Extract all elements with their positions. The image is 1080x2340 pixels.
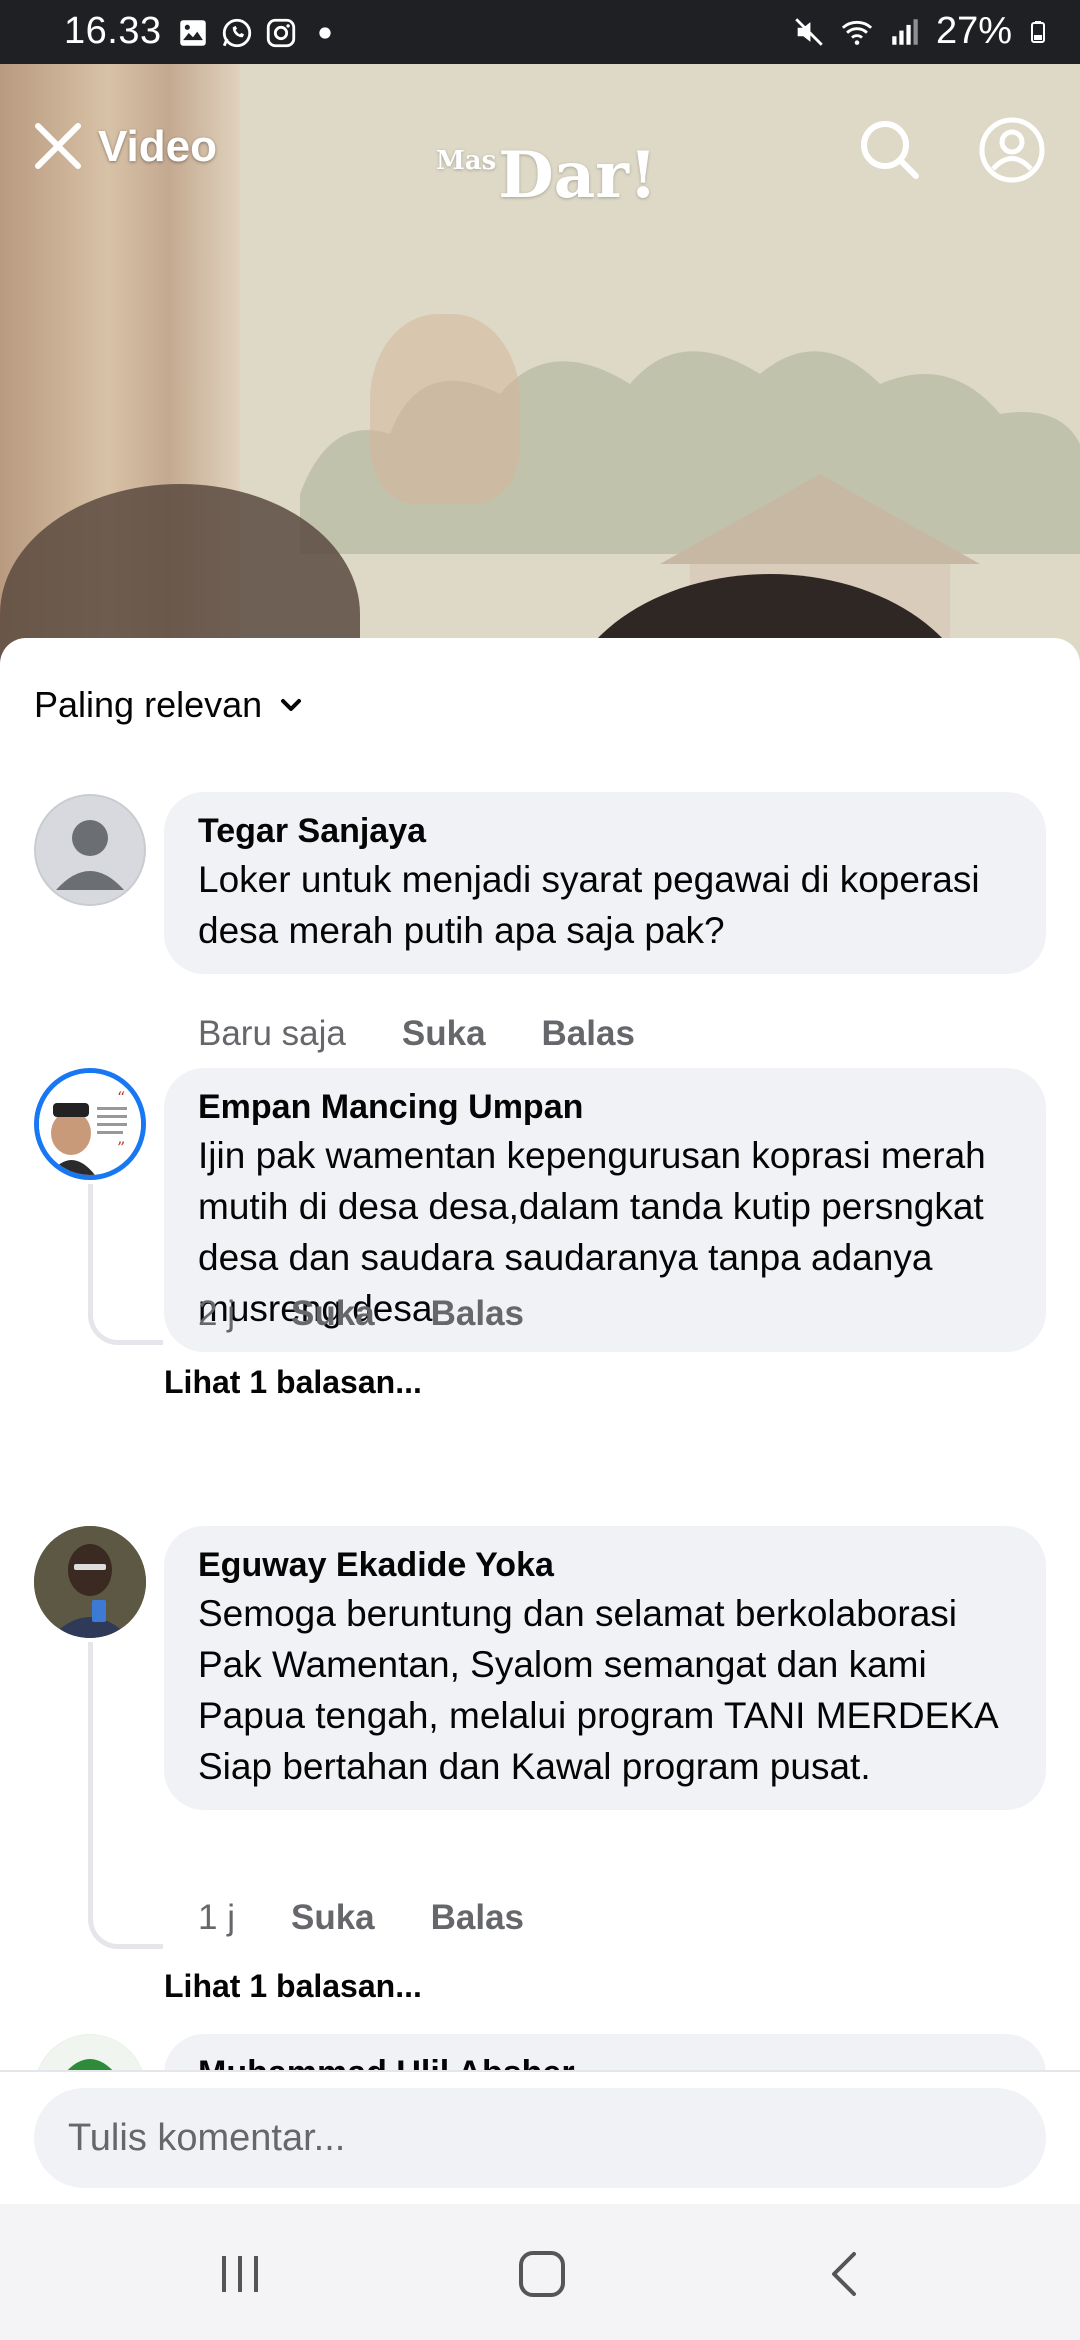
comment-input[interactable] [34,2088,1046,2188]
brand-logo-text: Dar! [498,138,658,213]
comment-text: Semoga beruntung dan selamat berkolabora… [198,1593,997,1787]
avatar[interactable]: “ ” [34,1068,146,1180]
comments-sheet: Paling relevan Tegar Sanjaya Loker untuk… [0,638,1080,2204]
comment-bubble[interactable]: Eguway Ekadide Yoka Semoga beruntung dan… [164,1526,1046,1810]
system-icons: 27% [792,10,1050,53]
like-button[interactable]: Suka [291,1898,375,1938]
whatsapp-icon [222,18,252,48]
battery-icon [1031,20,1045,43]
sort-dropdown[interactable]: Paling relevan [34,684,304,726]
comment-author[interactable]: Empan Mancing Umpan [198,1084,1012,1130]
video-title: Video [98,122,218,171]
reply-button[interactable]: Balas [431,1294,524,1334]
avatar[interactable] [34,1526,146,1638]
comment-item: Eguway Ekadide Yoka Semoga beruntung dan… [0,1526,1080,2006]
sort-label: Paling relevan [34,684,263,725]
status-time: 16.33 [64,10,162,52]
comment-time: 1 j [198,1898,235,1937]
signal-icon [892,18,918,45]
recents-icon[interactable] [210,2244,270,2304]
search-icon[interactable] [856,116,922,182]
back-icon[interactable] [816,2244,876,2304]
comment-time: Baru saja [198,1014,346,1053]
reply-button[interactable]: Balas [431,1898,524,1938]
comment-actions: 1 j Suka Balas [198,1898,524,1938]
comment-author[interactable]: Eguway Ekadide Yoka [198,1542,1012,1588]
reply-button[interactable]: Balas [542,1014,635,1054]
comment-text: Loker untuk menjadi syarat pegawai di ko… [198,859,980,951]
chevron-down-icon [281,699,302,711]
gallery-icon [180,20,206,46]
wifi-icon [841,20,873,45]
comment-item: Tegar Sanjaya Loker untuk menjadi syarat… [0,790,1080,1053]
brand-logo: MasDar! [436,138,657,213]
comment-composer [0,2070,1080,2206]
close-icon[interactable] [30,118,86,174]
default-avatar-icon [34,794,146,906]
svg-text:”: ” [117,1138,125,1157]
home-icon[interactable] [512,2244,572,2304]
dot-icon [319,27,331,39]
view-replies-link[interactable]: Lihat 1 balasan... [164,1968,422,2005]
like-button[interactable]: Suka [291,1294,375,1334]
svg-text:“: “ [117,1088,125,1107]
instagram-icon [266,18,296,48]
comment-time: 2 j [198,1294,235,1333]
mute-icon [795,17,823,46]
like-button[interactable]: Suka [402,1014,486,1054]
brand-logo-small: Mas [436,146,497,176]
comment-actions: Baru saja Suka Balas [198,1014,635,1054]
thread-line [88,1642,163,1949]
view-replies-link[interactable]: Lihat 1 balasan... [164,1364,422,1401]
quote-avatar-icon: “ ” [39,1073,141,1175]
video-frame-fist [370,314,520,504]
battery-percentage: 27% [935,10,1012,52]
comment-author[interactable]: Tegar Sanjaya [198,808,1012,854]
comment-item: “ ” Empan Mancing Umpan Ijin pak wamenta… [0,1068,1080,1488]
photo-avatar-icon [34,1526,146,1638]
avatar[interactable] [34,794,146,906]
comment-actions: 2 j Suka Balas [198,1294,524,1334]
comment-bubble[interactable]: Tegar Sanjaya Loker untuk menjadi syarat… [164,792,1046,974]
status-bar: 16.33 27% [0,0,1080,64]
system-nav-bar [0,2204,1080,2340]
profile-icon[interactable] [978,116,1046,184]
notification-icons [176,16,342,50]
thread-line [88,1184,163,1345]
